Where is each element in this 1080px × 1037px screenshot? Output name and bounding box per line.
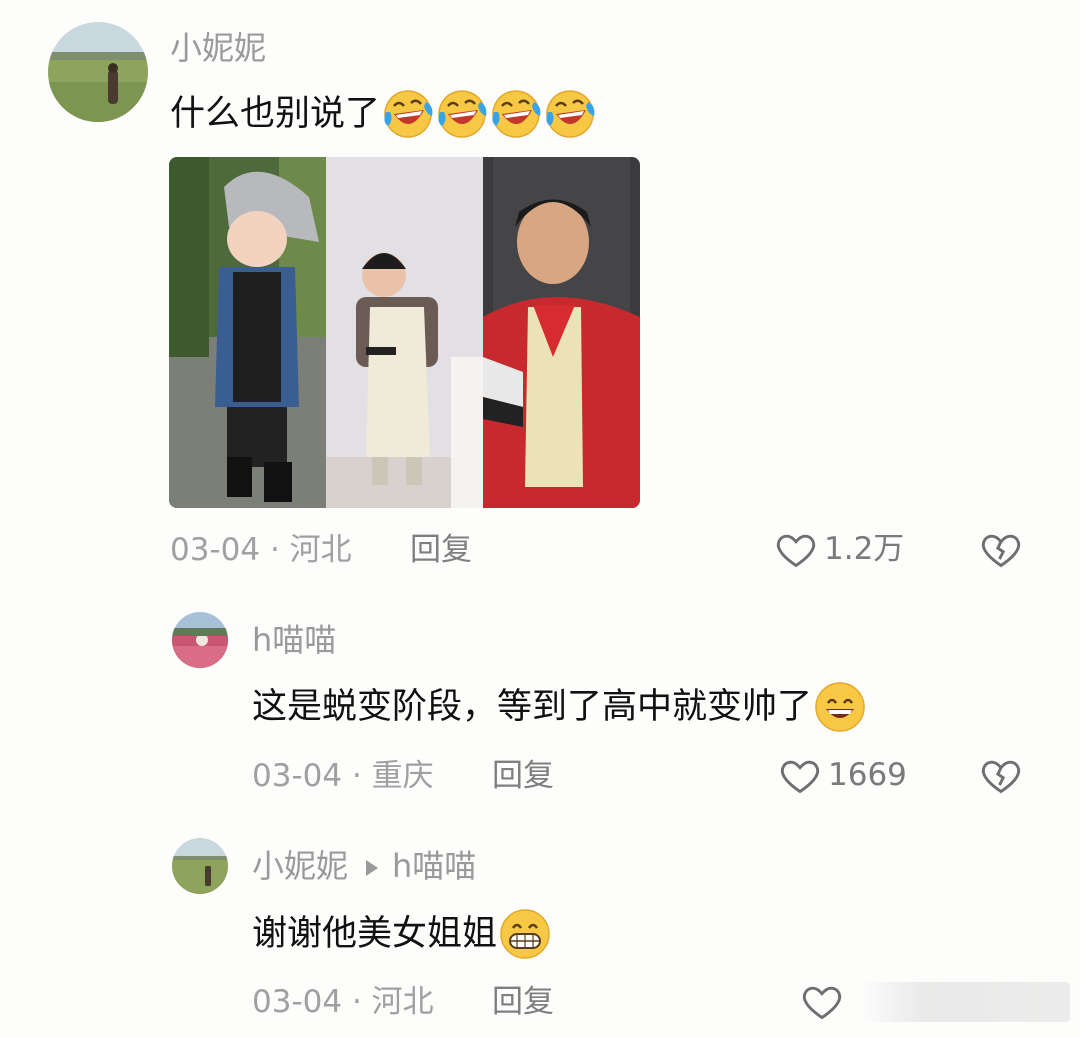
big-grin-emoji — [499, 908, 551, 960]
like-button[interactable]: 1.2万 — [774, 527, 904, 571]
like-count: 1.2万 — [824, 531, 905, 567]
dislike-button[interactable] — [978, 753, 1024, 801]
reply-to-arrow-icon — [366, 860, 379, 876]
dislike-button[interactable] — [978, 527, 1024, 575]
reply-username[interactable]: 小妮妮 — [252, 847, 348, 885]
reply-header: 小妮妮 h喵喵 — [252, 846, 476, 886]
comment-text: 什么也别说了 — [170, 88, 596, 140]
broken-heart-icon — [981, 760, 1021, 794]
photo-panel-1 — [169, 157, 326, 508]
reply-text: 谢谢他美女姐姐 — [252, 908, 551, 960]
emoji-group — [380, 88, 596, 140]
like-button[interactable] — [800, 979, 850, 1023]
broken-heart-icon — [981, 534, 1021, 568]
heart-icon — [802, 986, 842, 1020]
laughing-tears-emoji — [490, 88, 542, 140]
reply-date: 03-04 — [252, 984, 343, 1020]
reply-location: 河北 — [371, 984, 434, 1020]
reply-text-content: 这是蜕变阶段，等到了高中就变帅了 — [252, 687, 813, 727]
comment-text-content: 什么也别说了 — [170, 94, 381, 134]
heart-icon — [780, 760, 820, 794]
laughing-tears-emoji — [544, 88, 596, 140]
comment-date: 03-04 — [170, 532, 261, 568]
reply-avatar-xiaonini[interactable] — [172, 838, 228, 894]
commenter-avatar[interactable] — [48, 22, 148, 122]
watermark-overlay — [860, 982, 1070, 1022]
reply-meta: 03-04 · 河北 — [252, 982, 434, 1022]
reply-meta: 03-04 · 重庆 — [252, 756, 434, 796]
laughing-tears-emoji — [382, 88, 434, 140]
photo-panel-2 — [326, 157, 483, 508]
comment-meta: 03-04 · 河北 — [170, 530, 352, 570]
reply-button[interactable]: 回复 — [492, 982, 554, 1022]
reply-button[interactable]: 回复 — [492, 756, 554, 796]
meta-separator: · — [260, 532, 290, 568]
photo-panel-3 — [483, 157, 640, 508]
like-count: 1669 — [828, 757, 907, 793]
heart-icon — [776, 534, 816, 568]
grin-emoji — [814, 681, 866, 733]
meta-separator: · — [342, 984, 372, 1020]
reply-text-content: 谢谢他美女姐姐 — [252, 914, 498, 954]
reply-text: 这是蜕变阶段，等到了高中就变帅了 — [252, 681, 866, 733]
comment-image[interactable] — [169, 157, 640, 508]
reply-avatar-h-miaomiao[interactable] — [172, 612, 228, 668]
comment-location: 河北 — [289, 532, 352, 568]
reply-location: 重庆 — [371, 758, 434, 794]
reply-date: 03-04 — [252, 758, 343, 794]
laughing-tears-emoji — [436, 88, 488, 140]
reply-to-username[interactable]: h喵喵 — [392, 847, 476, 885]
meta-separator: · — [342, 758, 372, 794]
reply-button[interactable]: 回复 — [410, 530, 472, 570]
like-button[interactable]: 1669 — [778, 753, 907, 797]
reply-username[interactable]: h喵喵 — [252, 620, 336, 660]
commenter-name[interactable]: 小妮妮 — [170, 28, 266, 68]
